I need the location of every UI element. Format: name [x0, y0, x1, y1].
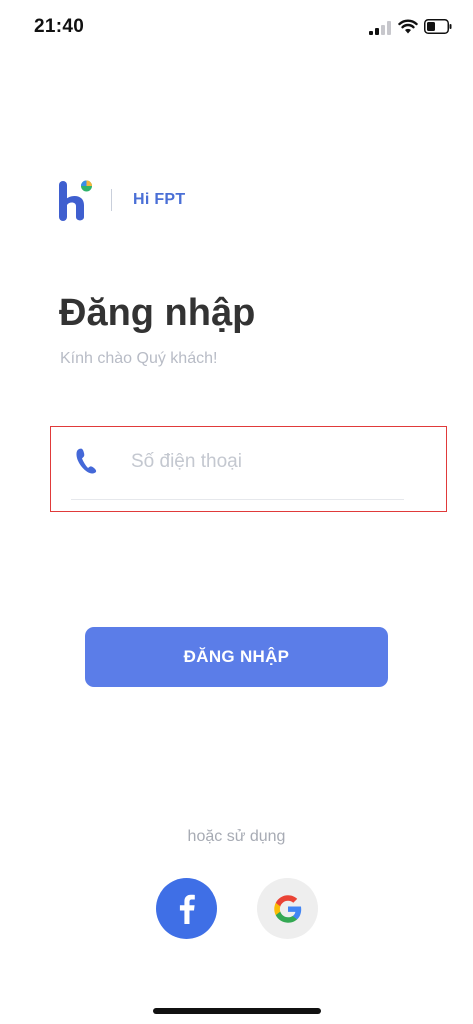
facebook-icon: [179, 894, 195, 924]
status-bar: 21:40: [0, 0, 473, 60]
wifi-icon: [398, 19, 418, 34]
hi-fpt-logo-icon: [59, 180, 92, 221]
phone-icon: [76, 448, 97, 474]
brand-divider: [111, 189, 112, 211]
phone-field[interactable]: [50, 426, 447, 512]
google-login-button[interactable]: [257, 878, 318, 939]
battery-icon: [424, 19, 452, 34]
phone-number-input[interactable]: [131, 447, 401, 477]
phone-field-underline: [71, 499, 404, 500]
brand-name: Hi FPT: [133, 191, 186, 208]
greeting-subtitle: Kính chào Quý khách!: [60, 350, 218, 367]
google-icon: [273, 894, 301, 923]
facebook-login-button[interactable]: [156, 878, 217, 939]
alternative-login-label: hoặc sử dụng: [187, 828, 286, 845]
home-indicator[interactable]: [153, 1008, 321, 1014]
status-time: 21:40: [34, 16, 85, 37]
login-button[interactable]: ĐĂNG NHẬP: [85, 627, 388, 687]
login-screen: 21:40 Hi FPT Đăng nhập Kính chào Quý khá…: [0, 0, 473, 1024]
cellular-signal-icon: [369, 21, 391, 35]
brand: Hi FPT: [58, 178, 258, 224]
page-title: Đăng nhập: [59, 292, 256, 334]
